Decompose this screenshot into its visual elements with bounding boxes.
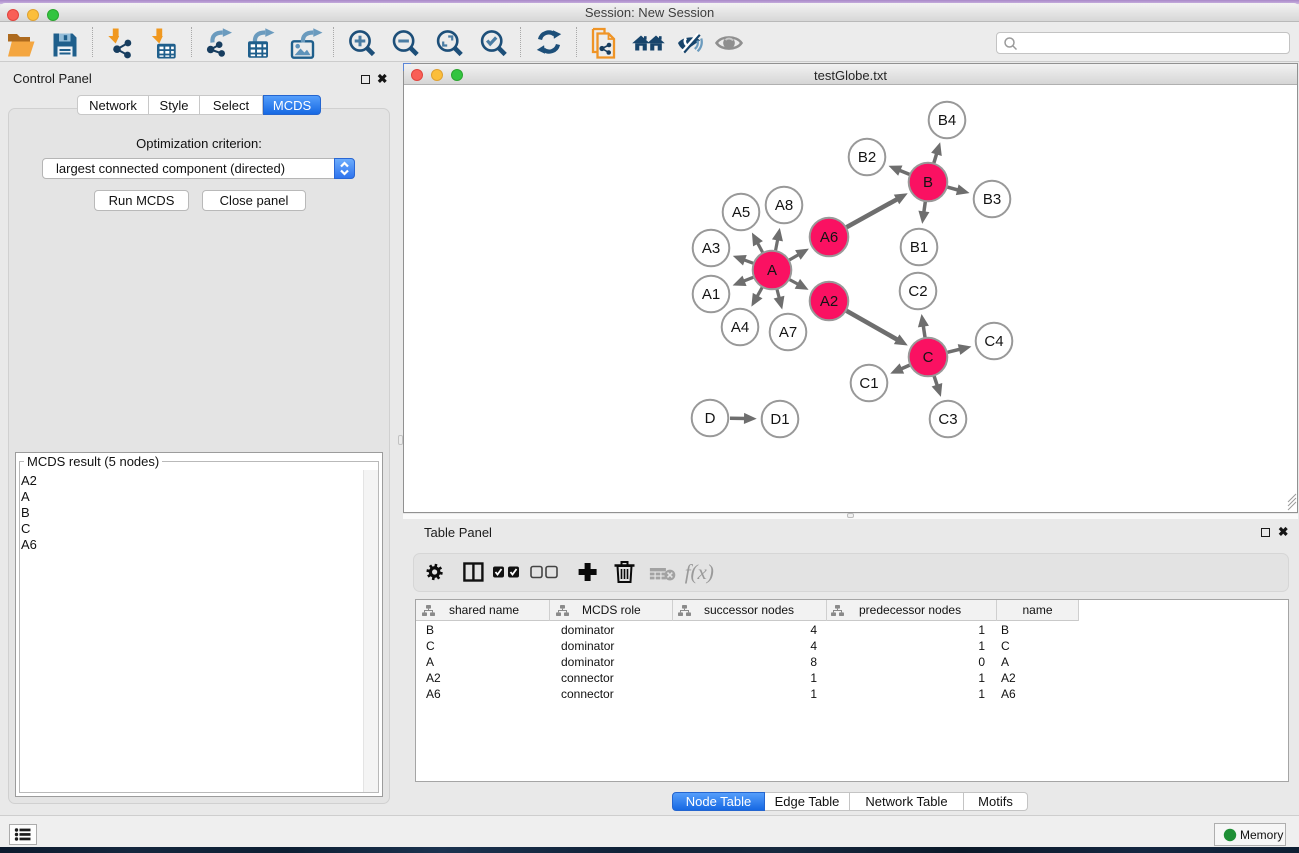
svg-text:B2: B2: [858, 149, 876, 166]
svg-text:C4: C4: [984, 333, 1003, 350]
svg-text:B: B: [923, 174, 933, 191]
svg-text:f(x): f(x): [685, 560, 714, 584]
svg-text:A1: A1: [702, 286, 720, 303]
svg-text:C1: C1: [859, 375, 878, 392]
svg-text:C2: C2: [908, 283, 927, 300]
svg-text:A6: A6: [820, 229, 838, 246]
svg-text:A5: A5: [732, 204, 750, 221]
svg-text:A2: A2: [820, 293, 838, 310]
svg-text:A: A: [767, 262, 777, 279]
svg-text:C: C: [923, 349, 934, 366]
svg-text:C3: C3: [938, 411, 957, 428]
svg-text:D: D: [705, 410, 716, 427]
svg-text:A7: A7: [779, 324, 797, 341]
svg-text:D1: D1: [770, 411, 789, 428]
svg-text:B3: B3: [983, 191, 1001, 208]
svg-text:A4: A4: [731, 319, 749, 336]
svg-text:B4: B4: [938, 112, 956, 129]
svg-text:A8: A8: [775, 197, 793, 214]
svg-text:A3: A3: [702, 240, 720, 257]
svg-text:B1: B1: [910, 239, 928, 256]
